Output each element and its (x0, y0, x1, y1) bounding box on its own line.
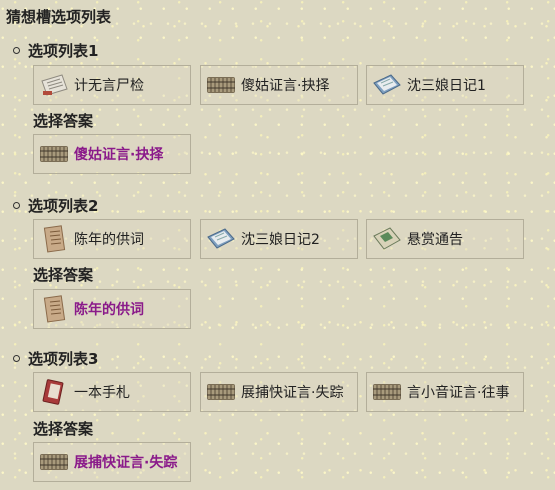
group-title-label: 选项列表2 (28, 197, 99, 215)
diary-book-icon (371, 71, 403, 99)
answer-label-3: 选择答案 (33, 420, 94, 438)
option-list-title-1: 选项列表1 (13, 40, 98, 61)
option-label: 沈三娘日记1 (407, 78, 486, 94)
option-tile-2-3[interactable]: 悬赏通告 (366, 219, 524, 259)
bamboo-scroll-icon (205, 71, 237, 99)
bamboo-scroll-icon (38, 140, 70, 168)
option-tile-1-1[interactable]: 计无言尸检 (33, 65, 191, 105)
bamboo-scroll-icon (371, 378, 403, 406)
option-label: 计无言尸检 (74, 78, 144, 94)
option-tile-1-3[interactable]: 沈三娘日记1 (366, 65, 524, 105)
old-confession-icon (38, 295, 70, 323)
bounty-notice-icon (371, 225, 403, 253)
option-label: 傻姑证言·抉择 (241, 78, 330, 94)
option-list-title-2: 选项列表2 (13, 195, 98, 216)
bullet-icon (13, 47, 20, 54)
bamboo-scroll-icon (205, 378, 237, 406)
answer-tile-2[interactable]: 陈年的供词 (33, 289, 191, 329)
answer-label-text: 傻姑证言·抉择 (74, 147, 164, 163)
group-title-label: 选项列表1 (28, 42, 99, 60)
option-label: 言小音证言·往事 (407, 385, 510, 401)
option-label: 悬赏通告 (407, 232, 463, 248)
answer-tile-1[interactable]: 傻姑证言·抉择 (33, 134, 191, 174)
answer-tile-3[interactable]: 展捕快证言·失踪 (33, 442, 191, 482)
option-label: 一本手札 (74, 385, 130, 401)
option-tile-3-2[interactable]: 展捕快证言·失踪 (200, 372, 358, 412)
answer-label-text: 陈年的供词 (74, 302, 144, 318)
answer-label-text: 展捕快证言·失踪 (74, 455, 178, 471)
option-label: 陈年的供词 (74, 232, 144, 248)
diary-book-icon (205, 225, 237, 253)
paper-report-icon (38, 71, 70, 99)
bullet-icon (13, 355, 20, 362)
option-tile-2-1[interactable]: 陈年的供词 (33, 219, 191, 259)
option-label: 展捕快证言·失踪 (241, 385, 344, 401)
bullet-icon (13, 202, 20, 209)
answer-label-2: 选择答案 (33, 266, 94, 284)
option-tile-2-2[interactable]: 沈三娘日记2 (200, 219, 358, 259)
option-tile-1-2[interactable]: 傻姑证言·抉择 (200, 65, 358, 105)
answer-label-1: 选择答案 (33, 112, 94, 130)
option-label: 沈三娘日记2 (241, 232, 320, 248)
page-title: 猜想槽选项列表 (6, 8, 112, 26)
group-title-label: 选项列表3 (28, 350, 99, 368)
option-list-title-3: 选项列表3 (13, 348, 98, 369)
option-tile-3-3[interactable]: 言小音证言·往事 (366, 372, 524, 412)
bamboo-scroll-icon (38, 448, 70, 476)
old-confession-icon (38, 225, 70, 253)
option-tile-3-1[interactable]: 一本手札 (33, 372, 191, 412)
red-notebook-icon (38, 378, 70, 406)
